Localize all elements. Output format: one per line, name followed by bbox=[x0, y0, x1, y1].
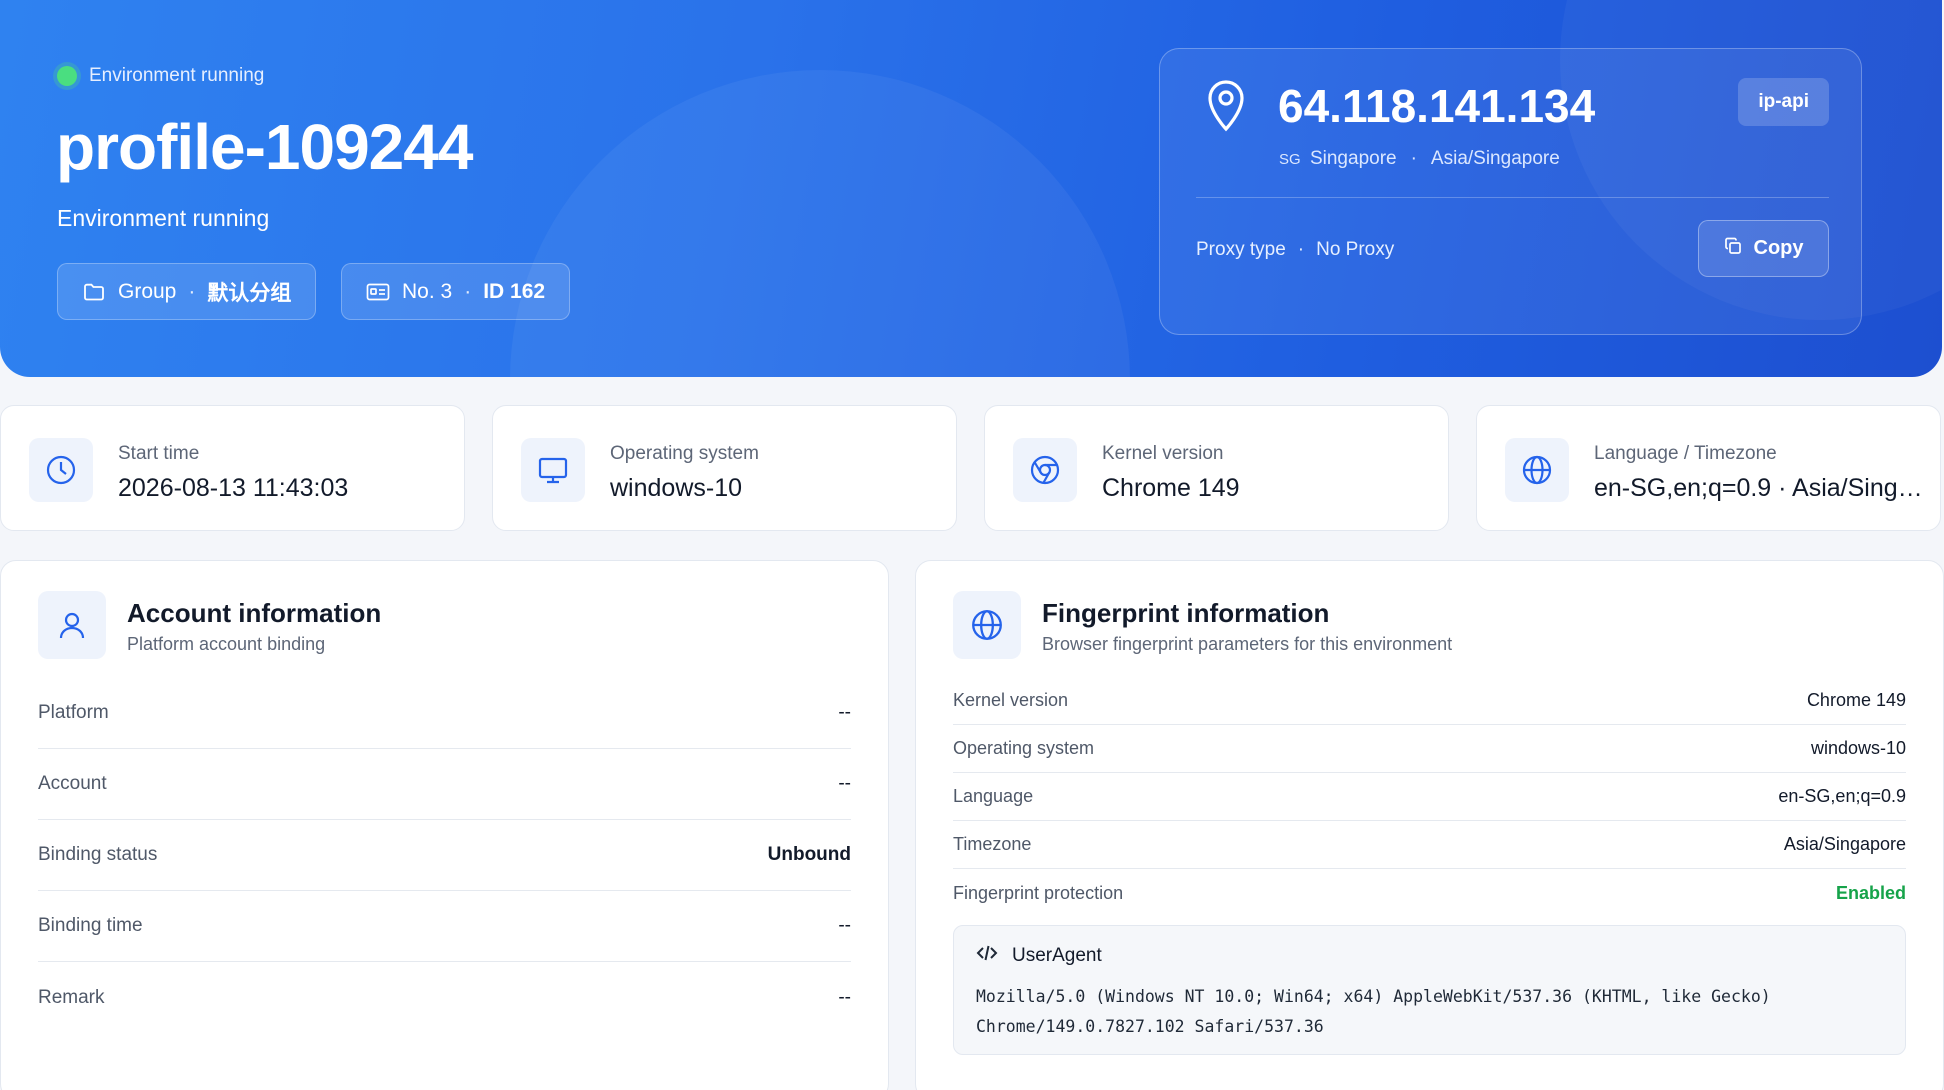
stat-card-start-time: Start time 2026-08-13 11:43:03 bbox=[0, 405, 465, 531]
monitor-icon bbox=[521, 438, 585, 502]
ip-source-badge[interactable]: ip-api bbox=[1738, 78, 1829, 126]
row-label: Fingerprint protection bbox=[953, 882, 1124, 903]
stat-card-language-timezone: Language / Timezone en-SG,en;q=0.9 · Asi… bbox=[1476, 405, 1941, 531]
status-dot-icon bbox=[57, 66, 77, 86]
row-value: -- bbox=[838, 986, 851, 1008]
row-label: Binding status bbox=[38, 844, 158, 865]
useragent-value: Mozilla/5.0 (Windows NT 10.0; Win64; x64… bbox=[976, 982, 1883, 1042]
stat-label: Operating system bbox=[610, 443, 759, 464]
panel-subtitle: Browser fingerprint parameters for this … bbox=[1042, 634, 1453, 654]
globe-icon bbox=[1505, 438, 1569, 502]
chrome-icon bbox=[1013, 438, 1077, 502]
useragent-line: Mozilla/5.0 (Windows NT 10.0; Win64; x64… bbox=[976, 987, 1771, 1006]
country-code: SG bbox=[1279, 151, 1301, 168]
group-value: 默认分组 bbox=[207, 281, 292, 305]
account-row-account: Account -- bbox=[38, 749, 851, 820]
fingerprint-row-operating-system: Operating system windows-10 bbox=[953, 725, 1906, 773]
profile-subtitle: Environment running bbox=[57, 205, 270, 231]
fingerprint-row-language: Language en-SG,en;q=0.9 bbox=[953, 773, 1906, 821]
stat-label: Kernel version bbox=[1102, 443, 1224, 464]
row-label: Platform bbox=[38, 702, 109, 723]
row-value: -- bbox=[838, 915, 851, 936]
fingerprint-row-protection: Fingerprint protection Enabled bbox=[953, 869, 1906, 917]
fingerprint-row-kernel-version: Kernel version Chrome 149 bbox=[953, 677, 1906, 725]
group-chip[interactable]: Group · 默认分组 bbox=[57, 263, 317, 320]
panel-title: Fingerprint information bbox=[1042, 598, 1330, 628]
row-value: -- bbox=[838, 773, 851, 794]
copy-icon bbox=[1724, 237, 1742, 261]
row-value: windows-10 bbox=[1810, 738, 1906, 758]
stat-card-operating-system: Operating system windows-10 bbox=[492, 405, 957, 531]
separator: · bbox=[1297, 239, 1305, 260]
stat-label: Language / Timezone bbox=[1594, 443, 1777, 464]
stat-value: Chrome 149 bbox=[1102, 474, 1240, 502]
separator: · bbox=[188, 279, 196, 303]
ip-address: 64.118.141.134 bbox=[1278, 80, 1596, 132]
ip-location: SG Singapore · Asia/Singapore bbox=[1279, 148, 1560, 170]
account-row-remark: Remark -- bbox=[38, 962, 851, 1033]
hero-banner: Environment running profile-109244 Envir… bbox=[0, 0, 1942, 377]
divider bbox=[1196, 197, 1829, 198]
copy-button[interactable]: Copy bbox=[1698, 220, 1829, 277]
fingerprint-information-panel: Fingerprint information Browser fingerpr… bbox=[915, 560, 1944, 1090]
id-card-icon bbox=[366, 280, 390, 304]
panel-subtitle: Platform account binding bbox=[127, 634, 326, 654]
separator: · bbox=[1410, 148, 1417, 169]
protection-status-badge: Enabled bbox=[1835, 882, 1906, 903]
account-row-binding-status: Binding status Unbound bbox=[38, 820, 851, 891]
row-label: Kernel version bbox=[953, 690, 1069, 710]
user-icon bbox=[38, 591, 106, 659]
clock-icon bbox=[29, 438, 93, 502]
ip-info-card: 64.118.141.134 ip-api SG Singapore · Asi… bbox=[1159, 48, 1862, 335]
panel-title: Account information bbox=[127, 598, 382, 628]
proxy-type-value: No Proxy bbox=[1316, 239, 1395, 260]
proxy-type-row: Proxy type · No Proxy bbox=[1196, 239, 1394, 261]
row-label: Remark bbox=[38, 986, 105, 1008]
id-label: ID 162 bbox=[483, 279, 546, 303]
code-icon bbox=[976, 944, 998, 968]
id-chip[interactable]: No. 3 · ID 162 bbox=[341, 263, 571, 320]
copy-label: Copy bbox=[1753, 237, 1804, 259]
group-label: Group bbox=[118, 279, 177, 303]
location-pin-icon bbox=[1204, 77, 1248, 133]
account-row-binding-time: Binding time -- bbox=[38, 891, 851, 962]
status-indicator: Environment running bbox=[57, 65, 264, 87]
status-label: Environment running bbox=[89, 65, 265, 86]
country-name: Singapore bbox=[1309, 148, 1397, 169]
useragent-header: UserAgent bbox=[976, 944, 1102, 968]
row-value: Asia/Singapore bbox=[1783, 834, 1906, 854]
ip-timezone: Asia/Singapore bbox=[1430, 148, 1560, 169]
useragent-label: UserAgent bbox=[1012, 945, 1102, 966]
decorative-circle bbox=[510, 70, 1130, 377]
proxy-type-label: Proxy type bbox=[1196, 239, 1286, 260]
row-label: Language bbox=[953, 786, 1034, 806]
environment-detail-page: Environment running profile-109244 Envir… bbox=[0, 0, 1944, 1090]
row-value: Unbound bbox=[767, 844, 851, 865]
stat-value: en-SG,en;q=0.9 · Asia/Singapore bbox=[1594, 474, 1924, 502]
profile-title: profile-109244 bbox=[56, 111, 473, 183]
stat-label: Start time bbox=[118, 443, 200, 464]
account-row-platform: Platform -- bbox=[38, 678, 851, 749]
row-label: Binding time bbox=[38, 915, 143, 936]
globe-icon bbox=[953, 591, 1021, 659]
stat-card-kernel-version: Kernel version Chrome 149 bbox=[984, 405, 1449, 531]
row-label: Account bbox=[38, 773, 107, 794]
stat-value: 2026-08-13 11:43:03 bbox=[118, 474, 349, 502]
row-value: -- bbox=[838, 702, 851, 723]
stat-value: windows-10 bbox=[610, 474, 743, 502]
separator: · bbox=[464, 279, 472, 303]
account-information-panel: Account information Platform account bin… bbox=[0, 560, 889, 1090]
row-label: Timezone bbox=[953, 834, 1032, 854]
row-value: en-SG,en;q=0.9 bbox=[1778, 786, 1906, 806]
folder-icon bbox=[82, 280, 106, 304]
row-value: Chrome 149 bbox=[1806, 690, 1906, 710]
useragent-box: UserAgent Mozilla/5.0 (Windows NT 10.0; … bbox=[953, 925, 1906, 1055]
useragent-line: Chrome/149.0.7827.102 Safari/537.36 bbox=[976, 1017, 1324, 1036]
number-label: No. 3 bbox=[402, 279, 453, 303]
fingerprint-row-timezone: Timezone Asia/Singapore bbox=[953, 821, 1906, 869]
row-label: Operating system bbox=[953, 738, 1095, 758]
